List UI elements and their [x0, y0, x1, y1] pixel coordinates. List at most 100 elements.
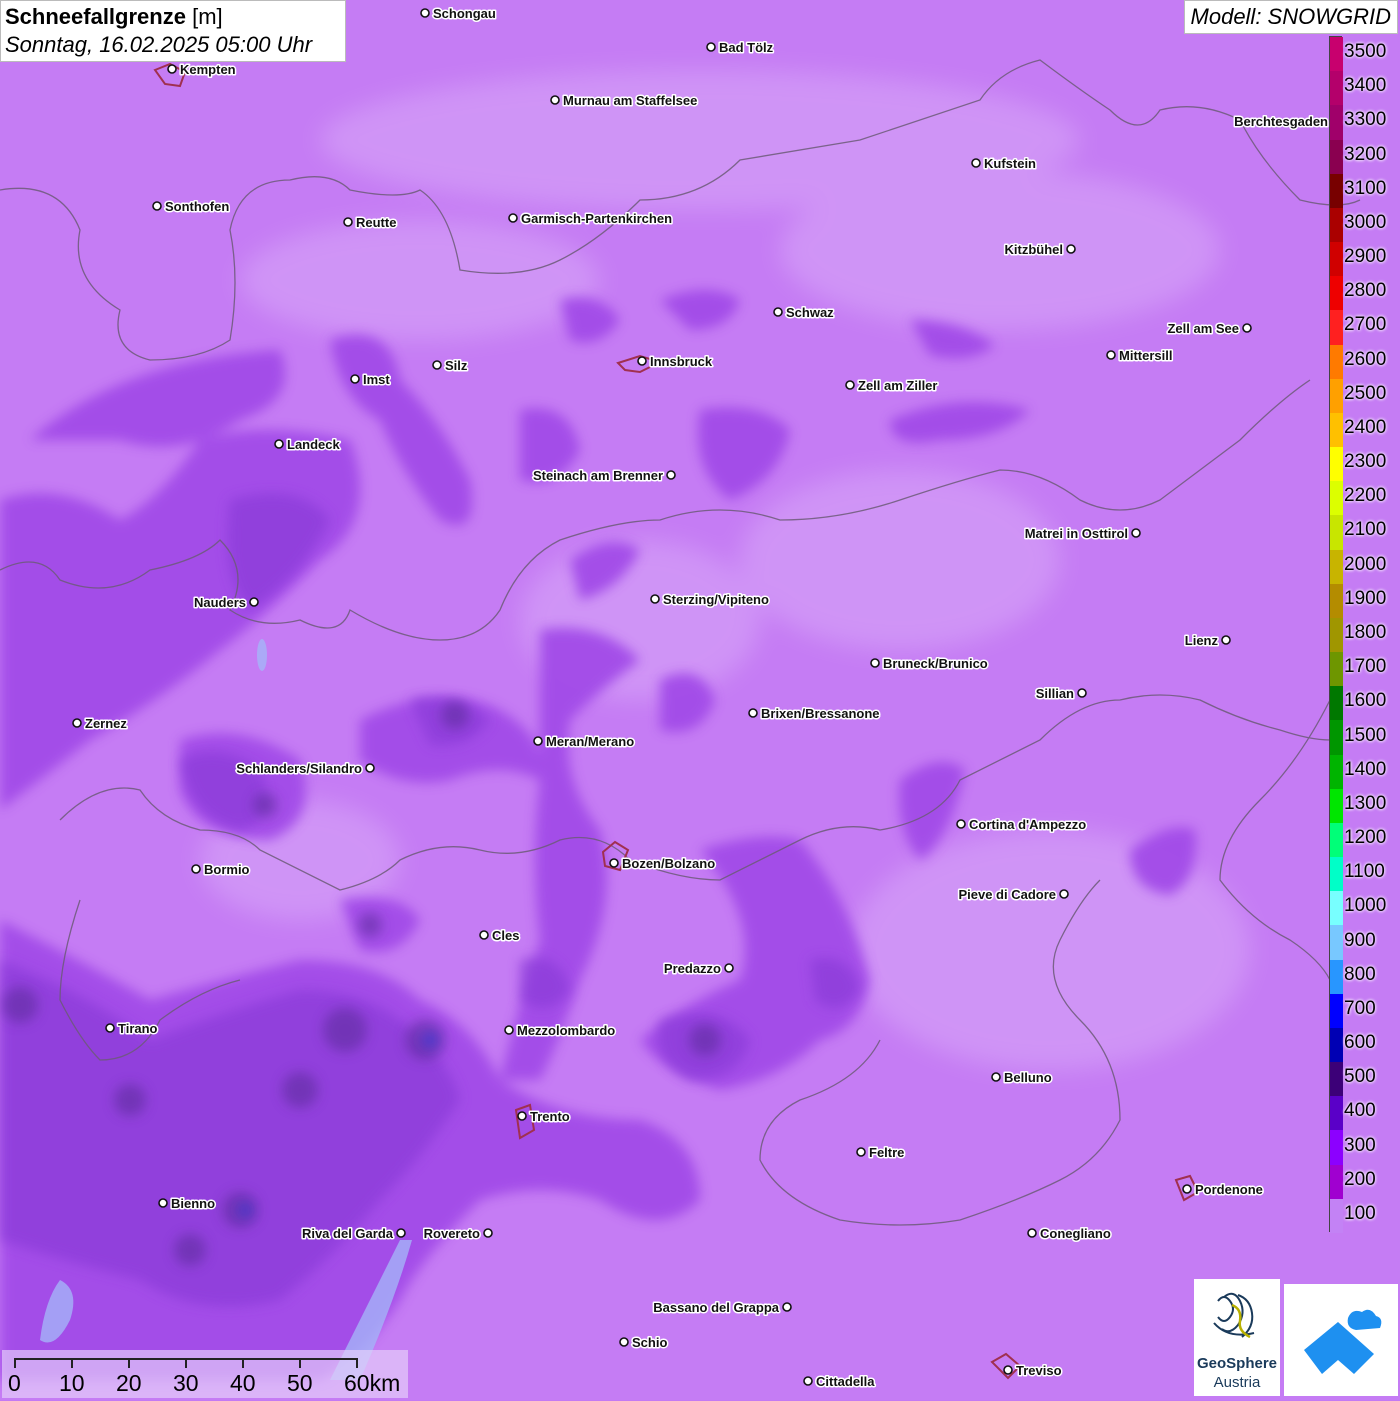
- city-marker: Mezzolombardo: [504, 1022, 617, 1040]
- legend-swatch: [1330, 105, 1343, 140]
- legend-label: 3100: [1344, 177, 1387, 199]
- city-dot: [956, 819, 966, 829]
- city-label: Bienno: [171, 1196, 215, 1211]
- legend-swatch: [1330, 71, 1343, 106]
- legend-label: 600: [1344, 1032, 1376, 1054]
- city-marker: Schlanders/Silandro: [235, 760, 375, 778]
- city-label: Zernez: [85, 716, 127, 731]
- legend-swatch: [1330, 1027, 1343, 1063]
- city-dot: [609, 858, 619, 868]
- legend-swatch: [1330, 173, 1343, 209]
- scale-tick: [128, 1358, 130, 1368]
- legend-label: 500: [1344, 1066, 1376, 1088]
- city-dot: [1131, 528, 1141, 538]
- scale-tick: [14, 1358, 16, 1368]
- legend-swatch: [1330, 720, 1343, 756]
- legend-swatch: [1330, 310, 1343, 346]
- app-logo-icon: [1304, 1309, 1382, 1374]
- scale-label: 40: [230, 1370, 256, 1396]
- model-label: Modell: SNOWGRID: [1183, 0, 1398, 34]
- city-marker: Meran/Merano: [533, 733, 636, 751]
- city-dot: [1106, 350, 1116, 360]
- city-dot: [706, 42, 716, 52]
- city-label: Bozen/Bolzano: [622, 856, 715, 871]
- legend-label: 2900: [1344, 246, 1387, 268]
- legend-swatch: [1330, 139, 1343, 175]
- city-label: Conegliano: [1040, 1226, 1111, 1241]
- legend-swatch: [1330, 344, 1343, 380]
- legend-label: 3300: [1344, 109, 1387, 131]
- legend-swatch: [1330, 515, 1343, 551]
- legend-label: 2300: [1344, 451, 1387, 473]
- legend-label: 1900: [1344, 587, 1387, 609]
- city-dot: [856, 1147, 866, 1157]
- legend-swatch: [1330, 447, 1343, 482]
- city-label: Schio: [632, 1335, 667, 1350]
- city-dot: [1242, 323, 1252, 333]
- legend-label: 2200: [1344, 485, 1387, 507]
- legend-label: 2000: [1344, 553, 1387, 575]
- city-dot: [432, 360, 442, 370]
- legend-label: 1000: [1344, 895, 1387, 917]
- legend-label: 3000: [1344, 211, 1387, 233]
- city-label: Zell am See: [1167, 321, 1239, 336]
- legend-label: 800: [1344, 963, 1376, 985]
- city-dot: [1077, 688, 1087, 698]
- legend-label: 400: [1344, 1100, 1376, 1122]
- legend-swatch: [1330, 959, 1343, 995]
- city-dot: [479, 930, 489, 940]
- city-dot: [637, 356, 647, 366]
- legend-color-bar: [1329, 36, 1343, 1234]
- city-dot: [803, 1376, 813, 1386]
- city-label: Landeck: [287, 437, 341, 452]
- city-label: Pieve di Cadore: [958, 887, 1056, 902]
- legend-swatch: [1330, 207, 1343, 243]
- city-dot: [167, 64, 177, 74]
- city-label: Kufstein: [984, 156, 1036, 171]
- city-dot: [350, 374, 360, 384]
- legend-label: 1100: [1344, 861, 1385, 883]
- city-dot: [1027, 1228, 1037, 1238]
- city-marker: Bozen/Bolzano: [609, 855, 717, 873]
- city-label: Brixen/Bressanone: [761, 706, 880, 721]
- city-label: Bormio: [204, 862, 250, 877]
- city-dot: [152, 201, 162, 211]
- city-dot: [748, 708, 758, 718]
- legend-swatch: [1330, 754, 1343, 790]
- legend-swatch: [1330, 481, 1343, 516]
- legend-label: 2800: [1344, 280, 1387, 302]
- city-dot: [191, 864, 201, 874]
- city-dot: [274, 439, 284, 449]
- scale-label: 30: [173, 1370, 199, 1396]
- legend-swatch: [1330, 822, 1343, 858]
- city-dot: [1059, 889, 1069, 899]
- legend-swatch: [1330, 617, 1343, 653]
- city-dot: [773, 307, 783, 317]
- city-label: Bruneck/Brunico: [883, 656, 988, 671]
- legend-swatch: [1330, 378, 1343, 414]
- scale-bar: 0 10 20 30 40 50 60km: [2, 1350, 408, 1398]
- city-label: Innsbruck: [650, 354, 713, 369]
- city-dot: [508, 213, 518, 223]
- city-label: Schwaz: [786, 305, 834, 320]
- city-label: Berchtesgaden: [1234, 114, 1328, 129]
- city-marker: Schongau: [420, 5, 497, 23]
- city-dot: [782, 1302, 792, 1312]
- city-marker: Innsbruck: [637, 353, 714, 371]
- scale-label: 20: [116, 1370, 142, 1396]
- city-dot: [650, 594, 660, 604]
- city-label: Schongau: [433, 6, 496, 21]
- map-datetime: Sonntag, 16.02.2025 05:00 Uhr: [5, 32, 313, 57]
- legend-label: 700: [1344, 997, 1376, 1019]
- city-dot: [1003, 1365, 1013, 1375]
- legend-label: 1500: [1344, 724, 1387, 746]
- city-dot: [1066, 244, 1076, 254]
- map-title-box: Schneefallgrenze [m] Sonntag, 16.02.2025…: [0, 0, 346, 62]
- scale-tick: [356, 1358, 358, 1368]
- city-dot: [365, 763, 375, 773]
- legend-label: 3500: [1344, 41, 1387, 63]
- legend-swatch: [1330, 925, 1343, 961]
- legend-label: 3200: [1344, 143, 1387, 165]
- city-label: Lienz: [1185, 633, 1219, 648]
- city-marker: Pieve di Cadore: [957, 886, 1069, 904]
